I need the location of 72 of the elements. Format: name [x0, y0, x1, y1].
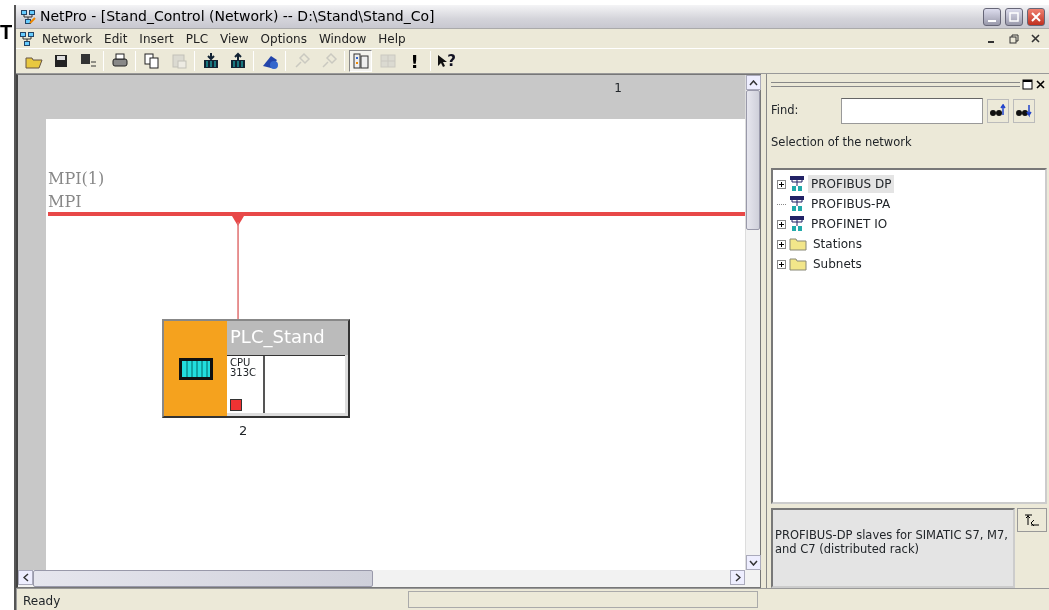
- help-button[interactable]: ?: [435, 50, 458, 72]
- menu-item[interactable]: PLC: [180, 29, 214, 48]
- binoculars-icon: [990, 104, 1006, 118]
- station-address: 2: [239, 422, 248, 440]
- print-icon: [110, 52, 129, 70]
- catalog-icon: [351, 52, 370, 70]
- menu-item[interactable]: Insert: [134, 29, 179, 48]
- maximize-icon: [1008, 10, 1020, 23]
- pointer-icon: [437, 54, 448, 68]
- folder-icon: [789, 237, 807, 251]
- module-label: CPU 313C: [230, 358, 258, 378]
- scroll-right-button[interactable]: [730, 570, 745, 585]
- subnet-label: MPI(1): [48, 169, 105, 188]
- find-label: Find:: [771, 102, 800, 120]
- close-icon[interactable]: [1030, 32, 1042, 45]
- close-icon: [1030, 10, 1042, 23]
- upload-icon: [228, 52, 247, 70]
- subnet-type: MPI: [48, 192, 82, 211]
- status-text: Ready: [16, 589, 406, 610]
- scroll-thumb[interactable]: [746, 90, 760, 230]
- column-number: 1: [614, 80, 622, 97]
- scroll-up-button[interactable]: [746, 75, 761, 90]
- window-title: NetPro - [Stand_Control (Network) -- D:\Stand\Stand_Co]: [40, 7, 436, 26]
- save-compile-icon: [78, 52, 97, 70]
- menu-item[interactable]: Edit: [99, 29, 133, 48]
- close-icon[interactable]: [1035, 78, 1046, 90]
- document-icon: [19, 30, 35, 47]
- expand-icon[interactable]: [777, 219, 786, 229]
- menu-item[interactable]: Window: [313, 29, 372, 48]
- menu-item[interactable]: Network: [37, 29, 98, 48]
- toggle-button[interactable]: [1017, 508, 1047, 532]
- find-field[interactable]: [841, 98, 983, 124]
- app-icon: [20, 8, 36, 25]
- maximize-button[interactable]: [1005, 7, 1023, 26]
- tree-item[interactable]: PROFIBUS-PA: [808, 195, 894, 213]
- table-icon: [378, 52, 397, 70]
- tree-item[interactable]: PROFINET IO: [808, 215, 891, 233]
- minimize-button[interactable]: [983, 7, 1001, 26]
- find-down-button[interactable]: [1013, 99, 1035, 123]
- scroll-left-button[interactable]: [18, 570, 33, 585]
- network-icon: [789, 176, 805, 192]
- scroll-thumb[interactable]: [33, 570, 373, 587]
- binoculars-icon: [1016, 104, 1032, 118]
- tree-item[interactable]: Subnets: [810, 255, 865, 273]
- description-text: PROFIBUS-DP slaves for SIMATIC S7, M7, and C7 (distributed rack): [771, 508, 1015, 588]
- expand-icon[interactable]: [777, 239, 786, 249]
- expand-icon[interactable]: [777, 179, 786, 189]
- catalog-button[interactable]: [349, 50, 372, 72]
- paste-icon: [169, 52, 188, 70]
- restore-icon[interactable]: [1008, 32, 1020, 45]
- station-name: PLC_Stand: [227, 321, 348, 355]
- network-icon: [789, 216, 805, 232]
- expand-icon[interactable]: [777, 259, 786, 269]
- menu-item[interactable]: View: [215, 29, 254, 48]
- backdrop-letter: T: [0, 22, 13, 42]
- rack-icon: [178, 357, 213, 380]
- tree-item[interactable]: PROFIBUS DP: [808, 175, 895, 193]
- minimize-icon: [988, 19, 996, 22]
- menu-item[interactable]: Help: [373, 29, 411, 48]
- copy-icon: [142, 52, 161, 70]
- close-button[interactable]: [1027, 7, 1045, 26]
- collapse-icon: [1024, 514, 1040, 526]
- float-icon[interactable]: [1022, 78, 1033, 90]
- tree-item[interactable]: Stations: [810, 235, 865, 253]
- download-icon: [201, 52, 220, 70]
- folder-icon: [789, 257, 807, 271]
- important-button[interactable]: !: [403, 50, 426, 72]
- scroll-down-button[interactable]: [746, 555, 761, 570]
- section-label: Selection of the network: [771, 134, 913, 151]
- find-up-button[interactable]: [987, 99, 1009, 123]
- network-icon: [789, 196, 805, 212]
- menu-item[interactable]: Options: [255, 29, 312, 48]
